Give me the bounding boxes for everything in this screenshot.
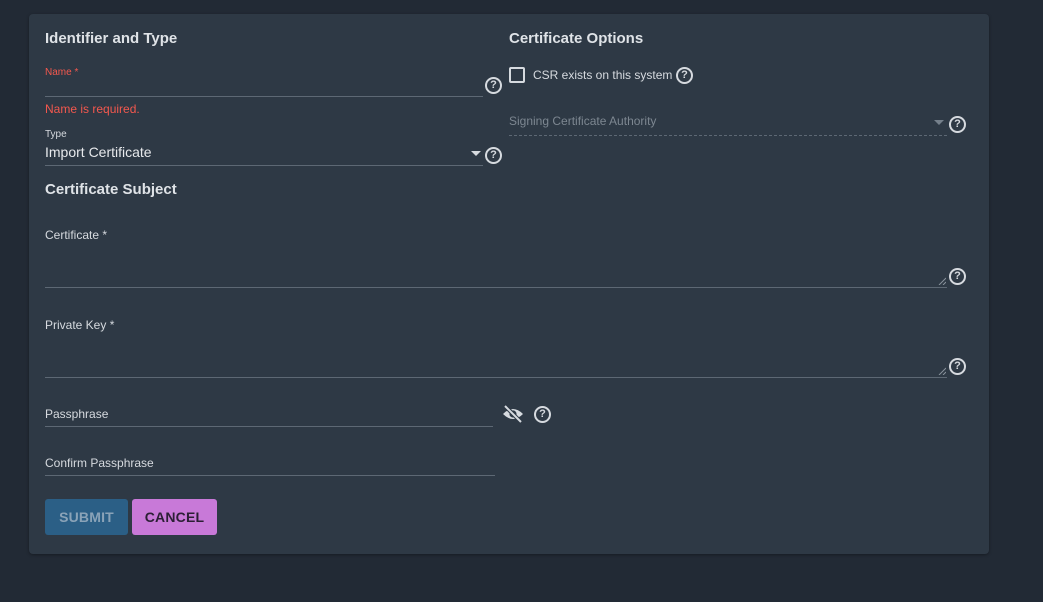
- caret-down-icon: [934, 120, 944, 125]
- passphrase-underline: [45, 426, 493, 427]
- name-help-icon[interactable]: ?: [485, 77, 502, 94]
- signing-ca-select[interactable]: Signing Certificate Authority: [509, 112, 947, 134]
- signing-ca-underline: [509, 135, 947, 136]
- certificate-options-title: Certificate Options: [509, 30, 644, 47]
- type-select-value: Import Certificate: [45, 144, 152, 160]
- identifier-type-title: Identifier and Type: [45, 30, 178, 47]
- certificate-help-icon[interactable]: ?: [949, 268, 966, 285]
- name-input-underline: [45, 96, 483, 97]
- certificate-field-label: Certificate *: [45, 228, 108, 242]
- cancel-button[interactable]: CANCEL: [132, 499, 217, 535]
- csr-exists-checkbox[interactable]: [509, 67, 525, 83]
- private-key-textarea-underline: [45, 377, 947, 378]
- name-input[interactable]: [45, 74, 483, 96]
- private-key-field-label: Private Key *: [45, 318, 115, 332]
- csr-exists-label: CSR exists on this system: [533, 68, 673, 82]
- type-select[interactable]: Import Certificate: [45, 142, 483, 166]
- passphrase-label: Passphrase: [45, 407, 109, 421]
- csr-help-icon[interactable]: ?: [676, 67, 693, 84]
- caret-down-icon: [471, 151, 481, 156]
- resize-handle-icon[interactable]: [938, 367, 946, 375]
- signing-ca-help-icon[interactable]: ?: [949, 116, 966, 133]
- passphrase-input[interactable]: Passphrase: [45, 402, 493, 426]
- certificate-form-card: Identifier and Type Name * ? Name is req…: [29, 14, 989, 554]
- passphrase-help-icon[interactable]: ?: [534, 406, 551, 423]
- eye-off-icon[interactable]: [501, 404, 525, 424]
- resize-handle-icon[interactable]: [938, 277, 946, 285]
- certificate-subject-title: Certificate Subject: [45, 181, 177, 198]
- certificate-textarea-underline: [45, 287, 947, 288]
- name-error-message: Name is required.: [45, 102, 140, 116]
- type-select-underline: [45, 165, 483, 166]
- type-help-icon[interactable]: ?: [485, 147, 502, 164]
- private-key-help-icon[interactable]: ?: [949, 358, 966, 375]
- type-field-label: Type: [45, 129, 67, 140]
- submit-button[interactable]: SUBMIT: [45, 499, 128, 535]
- certificate-textarea[interactable]: [45, 246, 947, 286]
- confirm-passphrase-input[interactable]: Confirm Passphrase: [45, 451, 495, 475]
- signing-ca-placeholder: Signing Certificate Authority: [509, 114, 657, 128]
- confirm-passphrase-underline: [45, 475, 495, 476]
- confirm-passphrase-label: Confirm Passphrase: [45, 456, 154, 470]
- private-key-textarea[interactable]: [45, 336, 947, 376]
